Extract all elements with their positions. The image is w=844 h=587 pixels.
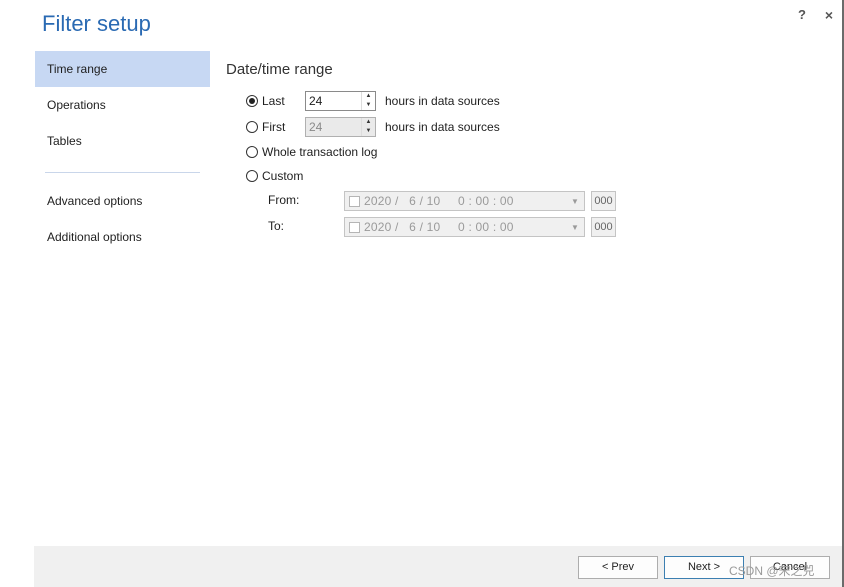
last-hours-arrows[interactable]: ▲ ▼ xyxy=(361,92,375,110)
radio-last-indicator[interactable] xyxy=(246,95,258,107)
spin-up-icon[interactable]: ▲ xyxy=(362,92,375,101)
sidebar-item-operations[interactable]: Operations xyxy=(35,87,210,123)
sidebar-item-additional-options[interactable]: Additional options xyxy=(35,219,210,255)
from-milliseconds[interactable]: 000 xyxy=(591,191,616,211)
last-hours-suffix: hours in data sources xyxy=(385,94,500,108)
watermark: CSDN @宋之兕 xyxy=(729,564,815,578)
radio-custom-indicator[interactable] xyxy=(246,170,258,182)
from-datetime-value[interactable]: 2020 / 6 / 10 0 : 00 : 00 xyxy=(364,194,566,208)
last-hours-value[interactable]: 24 xyxy=(306,92,361,110)
radio-first[interactable]: First xyxy=(246,120,285,134)
to-datetime-value[interactable]: 2020 / 6 / 10 0 : 00 : 00 xyxy=(364,220,566,234)
first-hours-value[interactable]: 24 xyxy=(306,118,361,136)
radio-first-indicator[interactable] xyxy=(246,121,258,133)
dialog-title: Filter setup xyxy=(42,11,151,36)
to-label: To: xyxy=(268,219,285,233)
radio-whole-log-label: Whole transaction log xyxy=(262,145,378,159)
from-datetime-picker[interactable]: 2020 / 6 / 10 0 : 00 : 00 ▼ xyxy=(344,191,585,211)
spin-up-icon[interactable]: ▲ xyxy=(362,118,375,127)
radio-first-label: First xyxy=(262,120,286,134)
to-checkbox[interactable] xyxy=(349,221,360,233)
radio-last[interactable]: Last xyxy=(246,94,285,108)
close-icon[interactable]: × xyxy=(821,7,837,23)
to-datetime-picker[interactable]: 2020 / 6 / 10 0 : 00 : 00 ▼ xyxy=(344,217,585,237)
to-milliseconds[interactable]: 000 xyxy=(591,217,616,237)
first-hours-stepper[interactable]: 24 ▲ ▼ xyxy=(305,117,376,137)
sidebar-item-time-range[interactable]: Time range xyxy=(35,51,210,87)
section-title: Date/time range xyxy=(226,61,333,78)
spin-down-icon[interactable]: ▼ xyxy=(362,101,375,110)
radio-custom[interactable]: Custom xyxy=(246,169,303,183)
radio-whole-log-indicator[interactable] xyxy=(246,146,258,158)
from-label: From: xyxy=(268,193,300,207)
prev-button[interactable]: < Prev xyxy=(578,556,658,579)
sidebar-item-advanced-options[interactable]: Advanced options xyxy=(35,183,210,219)
radio-whole-log[interactable]: Whole transaction log xyxy=(246,145,377,159)
from-checkbox[interactable] xyxy=(349,195,360,207)
chevron-down-icon[interactable]: ▼ xyxy=(566,197,584,206)
radio-custom-label: Custom xyxy=(262,169,304,183)
sidebar-divider xyxy=(45,172,200,173)
help-icon[interactable]: ? xyxy=(794,7,810,23)
sidebar-item-tables[interactable]: Tables xyxy=(35,123,210,159)
radio-last-label: Last xyxy=(262,94,285,108)
sidebar-nav: Time range Operations Tables Advanced op… xyxy=(35,51,210,255)
first-hours-arrows[interactable]: ▲ ▼ xyxy=(361,118,375,136)
spin-down-icon[interactable]: ▼ xyxy=(362,127,375,136)
first-hours-suffix: hours in data sources xyxy=(385,120,500,134)
last-hours-stepper[interactable]: 24 ▲ ▼ xyxy=(305,91,376,111)
chevron-down-icon[interactable]: ▼ xyxy=(566,223,584,232)
